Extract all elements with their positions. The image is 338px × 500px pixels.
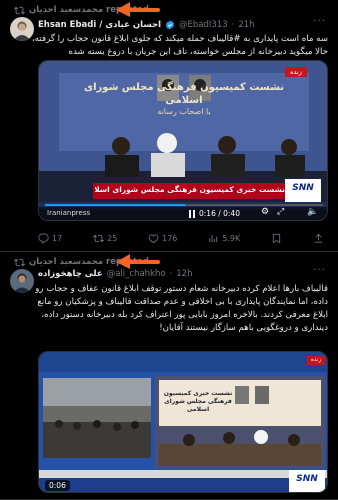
channel-logo: SNN <box>296 474 318 484</box>
post-header: علی چاهخوزاده @ali_chahkho · 12h <box>38 267 330 281</box>
reply-icon <box>38 233 49 244</box>
views-icon <box>209 234 218 242</box>
channel-logo: SNN <box>292 183 314 193</box>
view-count: 5.9K <box>222 233 241 243</box>
video-wall-text: نشست کمیسیون فرهنگی مجلس شورای اسلامی <box>83 82 285 106</box>
video-banner-text: نشست خبری کمیسیون فرهنگی مجلس شورای اسلا… <box>95 185 285 194</box>
like-button[interactable]: 176 <box>148 233 177 244</box>
post-time[interactable]: 12h <box>176 269 192 279</box>
share-icon <box>314 233 323 243</box>
live-tag: زنده <box>311 357 321 363</box>
repost-icon <box>14 258 25 266</box>
pause-icon[interactable] <box>189 210 195 218</box>
views-button[interactable]: 5.9K <box>208 233 240 244</box>
video-player[interactable]: نشست خبری کمیسیون فرهنگی مجلس شورای اسلا… <box>38 351 328 493</box>
post-time[interactable]: 21h <box>238 20 254 30</box>
ticker-text: Iranianpress <box>47 209 91 217</box>
live-tag: زنده <box>290 68 302 76</box>
settings-icon[interactable]: ⚙ <box>261 207 269 217</box>
video-time: 0:06 <box>45 480 70 491</box>
annotation-arrow <box>116 2 160 17</box>
author-name[interactable]: Ehsan Ebadi / احسان عبادی <box>38 20 161 30</box>
volume-icon[interactable]: 🔈 <box>307 207 318 217</box>
bookmark-button[interactable] <box>271 233 282 244</box>
author-handle[interactable]: @ali_chahkho <box>107 269 166 279</box>
post-text: قالیباف بارها اعلام کرده دبیرخانه شعام د… <box>35 284 328 333</box>
post-1[interactable]: محمدسعید احدیان reposted Ehsan Ebadi / ا… <box>0 0 338 252</box>
action-bar: 17 25 176 5.9K <box>38 231 324 245</box>
video-time: 0:16 / 0:40 <box>199 209 240 218</box>
video-wall-subtext: با اصحاب رسانه <box>157 107 211 116</box>
post-header: Ehsan Ebadi / احسان عبادی @EbadI313 · 21… <box>38 18 330 32</box>
separator-dot: · <box>169 269 173 279</box>
separator-dot: · <box>231 20 235 30</box>
like-count: 176 <box>162 233 178 243</box>
bookmark-icon <box>273 233 281 243</box>
video-player[interactable]: نشست کمیسیون فرهنگی مجلس شورای اسلامی با… <box>38 60 328 221</box>
reply-count: 17 <box>52 233 63 243</box>
repost-icon <box>14 6 25 14</box>
post-text: سه ماه است پایداری به #قالیباف حمله میکن… <box>32 34 328 57</box>
author-handle[interactable]: @EbadI313 <box>179 20 228 30</box>
heart-icon <box>148 233 159 243</box>
video-wall-text: نشست خبری کمیسیون فرهنگی مجلس شورای اسلا… <box>163 390 233 413</box>
post-2[interactable]: محمدسعید احدیان reposted علی چاهخوزاده @… <box>0 252 338 500</box>
repost-count: 25 <box>107 233 118 243</box>
reply-button[interactable]: 17 <box>38 233 62 244</box>
share-button[interactable] <box>313 233 324 244</box>
more-options-icon[interactable]: ··· <box>313 16 326 27</box>
repost-button[interactable]: 25 <box>93 233 117 244</box>
author-name[interactable]: علی چاهخوزاده <box>38 269 103 279</box>
video-frame <box>39 352 327 492</box>
fullscreen-icon[interactable]: ⤢ <box>277 207 284 217</box>
verified-badge-icon <box>165 20 175 30</box>
more-options-icon[interactable]: ··· <box>313 265 326 276</box>
repost-icon <box>93 234 105 242</box>
